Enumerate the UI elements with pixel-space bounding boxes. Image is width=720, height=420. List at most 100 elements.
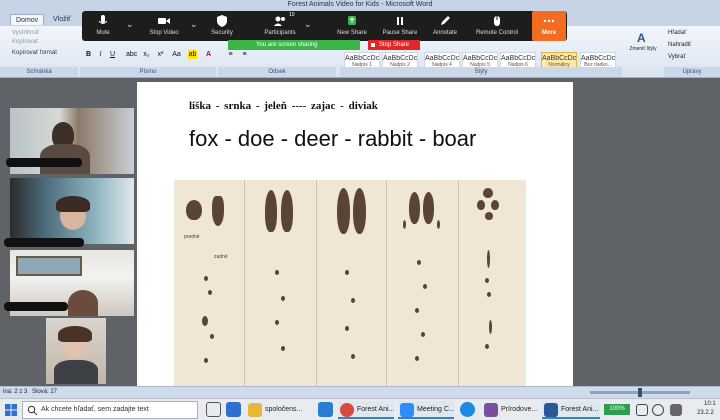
highlight-button[interactable]: ab	[188, 50, 197, 59]
italic-button[interactable]: I	[96, 50, 105, 59]
chevron-up-icon[interactable]: ⌄	[304, 19, 312, 30]
chevron-up-icon[interactable]: ⌄	[126, 19, 134, 30]
document-icon	[484, 403, 498, 417]
participant-video-2[interactable]	[4, 178, 134, 247]
doe-hoof-right	[281, 190, 293, 232]
word-icon	[544, 403, 558, 417]
stop-video-button[interactable]: Stop Video	[144, 11, 184, 41]
track-dot	[415, 308, 419, 313]
bold-button[interactable]: B	[84, 50, 93, 59]
taskbar-app-chrome[interactable]: Forest Ani...	[338, 401, 394, 419]
taskbar-app-word[interactable]: Forest Ani...	[542, 401, 600, 419]
strikethrough-button[interactable]: abc	[126, 50, 137, 59]
hind-paw-label: zadné	[214, 254, 228, 260]
deer-hoof-left	[337, 188, 350, 234]
find-button[interactable]: Hľadať	[668, 30, 686, 36]
format-painter-button[interactable]: Kopírovať formát	[12, 50, 57, 56]
task-view-icon[interactable]	[206, 402, 221, 417]
deer-tracks	[316, 180, 386, 386]
taskbar-app-folder[interactable]: spoločens...	[246, 401, 310, 419]
page-number-status[interactable]: ina: 2 z 3	[3, 389, 27, 395]
new-share-button[interactable]: New Share	[332, 11, 372, 41]
taskbar-app-zoom[interactable]: Meeting C...	[398, 401, 455, 419]
track-dot	[202, 316, 208, 326]
track-dot	[351, 298, 355, 303]
annotate-button[interactable]: Annotate	[428, 11, 462, 41]
track-dot	[423, 284, 427, 289]
participant-figure	[58, 326, 92, 342]
pause-share-label: Pause Share	[382, 30, 418, 36]
network-icon[interactable]	[636, 404, 648, 416]
chat-icon[interactable]	[652, 404, 664, 416]
font-color-button[interactable]: A	[204, 50, 213, 59]
windows-taskbar: Ak chcete hľadať, sem zadajte text spolo…	[0, 398, 720, 420]
remote-control-button[interactable]: Remote Control	[472, 11, 522, 41]
clock-date[interactable]: 23.2.2	[697, 410, 714, 416]
boar-hoof-left	[409, 192, 420, 224]
chrome-icon	[340, 403, 354, 417]
align-center-button[interactable]: ≡	[240, 50, 249, 59]
style-preview: AaBbCcDc	[425, 55, 460, 62]
group-edit-label: Úpravy	[664, 67, 720, 77]
security-button[interactable]: Security	[206, 11, 238, 41]
participant-video-1[interactable]	[6, 108, 134, 174]
participant-video-4[interactable]	[10, 318, 134, 384]
zoom-slider[interactable]	[590, 388, 690, 397]
align-left-button[interactable]: ≡	[226, 50, 235, 59]
group-clipboard-label: Schránka	[0, 67, 78, 77]
edge-icon[interactable]	[318, 402, 333, 417]
battery-indicator[interactable]: 100%	[604, 404, 630, 415]
taskbar-search-input[interactable]: Ak chcete hľadať, sem zadajte text	[22, 401, 198, 419]
pen-icon	[441, 16, 450, 25]
superscript-button[interactable]: x²	[156, 50, 165, 59]
browser-icon[interactable]	[460, 402, 475, 417]
slovak-animal-words: liška - srnka - jeleň ---- zajac - divia…	[189, 100, 378, 112]
tab-home[interactable]: Domov	[10, 14, 45, 25]
style-preview: AaBbCcDc	[501, 55, 536, 62]
search-icon	[27, 405, 38, 416]
folder-icon	[248, 403, 262, 417]
tab-insert[interactable]: Vložiť	[48, 14, 76, 25]
select-button[interactable]: Vybrať	[668, 54, 686, 60]
volume-icon[interactable]	[670, 404, 682, 416]
group-font-label: Písmo	[80, 67, 216, 77]
taskbar-app-label: Meeting C...	[417, 406, 455, 413]
wall-picture	[16, 256, 82, 276]
mic-icon	[98, 15, 108, 24]
windows-start-icon[interactable]	[4, 403, 18, 417]
boar-tracks	[386, 180, 458, 386]
zoom-slider-thumb[interactable]	[638, 388, 642, 397]
stop-share-button[interactable]: Stop Share	[368, 40, 420, 50]
change-styles-button[interactable]: A Zmeniť štýly	[628, 30, 658, 66]
mute-button[interactable]: Mute	[88, 11, 118, 41]
replace-button[interactable]: Nahradiť	[668, 42, 691, 48]
shield-icon	[217, 15, 227, 27]
document-page[interactable]: liška - srnka - jeleň ---- zajac - divia…	[137, 82, 573, 386]
chevron-up-icon[interactable]: ⌄	[190, 19, 198, 30]
group-styles-label: Štýly	[340, 67, 622, 77]
pause-icon	[397, 17, 403, 25]
rabbit-paw-left	[477, 200, 485, 210]
text-effects-button[interactable]: Aa	[172, 50, 181, 59]
cut-button[interactable]: Vystrihnúť	[12, 30, 39, 36]
track-dot	[345, 270, 349, 275]
word-count-status[interactable]: Slová: 27	[32, 389, 57, 395]
store-icon[interactable]	[226, 402, 241, 417]
group-paragraph-label: Odsek	[218, 67, 336, 77]
participants-button[interactable]: 10 Participants	[258, 11, 302, 41]
pause-share-button[interactable]: Pause Share	[380, 11, 420, 41]
track-dot	[417, 260, 421, 265]
doe-hoof-left	[265, 190, 277, 232]
track-mark	[487, 250, 490, 268]
copy-button[interactable]: Kopírovať	[12, 39, 38, 45]
track-mark	[489, 320, 492, 334]
track-dot	[204, 276, 208, 281]
subscript-button[interactable]: x₂	[142, 50, 151, 59]
clock-time[interactable]: 10:1	[704, 401, 716, 407]
taskbar-app-document[interactable]: Prírodove...	[482, 401, 540, 419]
more-button[interactable]: More	[532, 11, 566, 41]
participant-video-3[interactable]	[4, 250, 134, 316]
underline-button[interactable]: U	[108, 50, 117, 59]
fox-tracks: predné zadné	[174, 180, 244, 386]
style-preview: AaBbCcDc	[345, 55, 380, 62]
